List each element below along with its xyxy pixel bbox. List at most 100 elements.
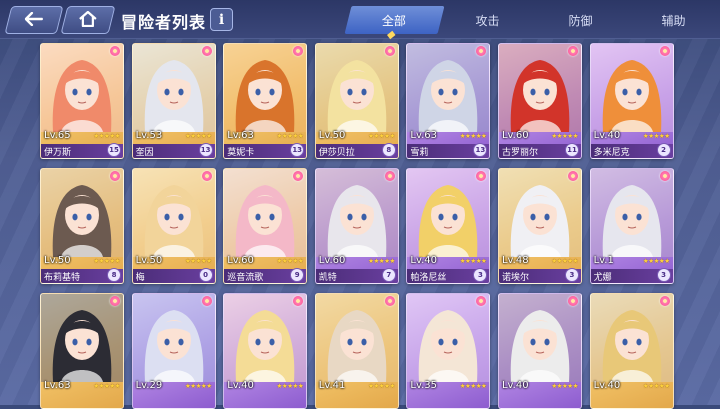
level-label: Lv.40 [410, 255, 437, 266]
adventurer-card[interactable]: Lv.35 ★★★★★ [406, 293, 491, 409]
filter-tabs: 全部 攻击 防御 辅助 [344, 6, 720, 34]
tab-all[interactable]: 全部 [344, 6, 445, 34]
character-portrait [132, 294, 215, 382]
character-name: 多米尼克 [593, 147, 630, 158]
character-name: 帕洛尼丝 [410, 272, 447, 283]
adventurer-card[interactable]: Lv.1 ★★★★★ 尤娜 3 [589, 168, 674, 284]
tab-attack-label: 攻击 [475, 13, 500, 28]
page-title: 冒险者列表 [121, 13, 207, 32]
level-label: Lv.63 [44, 380, 71, 391]
adventurer-card[interactable]: Lv.40 ★★★★★ 多米尼克 2 [589, 43, 674, 159]
tab-support[interactable]: 辅助 [627, 6, 720, 34]
level-label: Lv.40 [593, 130, 621, 141]
home-button[interactable] [60, 6, 116, 34]
flower-icon [659, 46, 670, 56]
level-label: Lv.63 [227, 130, 254, 141]
star-rating-icon: ★★★★★ [276, 257, 304, 265]
adventurer-card[interactable]: Lv.40 ★★★★★ [589, 293, 674, 409]
star-rating-icon: ★★★★★ [93, 382, 120, 390]
rank-badge: 0 [198, 268, 213, 282]
flower-icon [567, 171, 578, 181]
adventurer-card[interactable]: Lv.60 ★★★★★ 古罗丽尔 11 [497, 43, 582, 159]
character-name: 布莉基特 [44, 272, 81, 283]
character-name: 梅 [135, 272, 145, 283]
adventurer-card[interactable]: Lv.40 ★★★★★ [497, 293, 582, 409]
level-label: Lv.60 [501, 130, 529, 141]
adventurer-card[interactable]: Lv.53 ★★★★★ 奎因 13 [131, 43, 216, 159]
character-portrait [224, 294, 307, 382]
tab-all-label: 全部 [382, 13, 407, 28]
tab-support-label: 辅助 [661, 13, 686, 28]
flower-icon [384, 296, 395, 306]
info-button[interactable]: i [210, 8, 233, 31]
name-bar: 帕洛尼丝 3 [407, 268, 490, 283]
flower-icon [567, 296, 578, 306]
adventurer-card[interactable]: Lv.60 ★★★★★ 凯特 7 [314, 168, 399, 284]
adventurer-card[interactable]: Lv.40 ★★★★★ [223, 293, 308, 409]
name-bar: 尤娜 3 [590, 268, 673, 283]
name-bar: 雪莉 13 [407, 143, 490, 158]
character-portrait [498, 44, 581, 132]
level-label: Lv.50 [318, 130, 346, 141]
character-name: 诺埃尔 [501, 272, 529, 283]
rank-badge: 2 [656, 143, 671, 157]
rank-badge: 3 [656, 268, 671, 282]
star-rating-icon: ★★★★★ [459, 132, 487, 140]
star-rating-icon: ★★★★★ [276, 132, 304, 140]
adventurer-card[interactable]: Lv.50 ★★★★★ 伊莎贝拉 8 [314, 43, 399, 159]
rank-badge: 13 [473, 143, 488, 157]
star-rating-icon: ★★★★★ [184, 382, 212, 390]
name-bar: 伊万斯 15 [41, 143, 123, 158]
character-portrait [590, 44, 673, 132]
character-name: 伊万斯 [44, 147, 72, 158]
adventurer-card[interactable]: Lv.63 ★★★★★ 莫妮卡 13 [223, 43, 308, 159]
character-portrait [132, 169, 215, 257]
name-bar: 莫妮卡 13 [224, 143, 307, 158]
character-portrait [224, 169, 307, 257]
adventurer-card[interactable]: Lv.29 ★★★★★ [131, 293, 216, 409]
character-portrait [315, 294, 398, 382]
star-rating-icon: ★★★★★ [551, 257, 578, 265]
star-rating-icon: ★★★★★ [368, 382, 395, 390]
star-rating-icon: ★★★★★ [642, 257, 670, 265]
adventurer-card[interactable]: Lv.60 ★★★★★ 巡音流歌 9 [223, 168, 308, 284]
flower-icon [110, 296, 120, 306]
adventurer-card[interactable]: Lv.63 ★★★★★ [40, 293, 124, 409]
character-portrait [41, 44, 123, 132]
character-name: 奎因 [135, 147, 154, 158]
character-portrait [407, 294, 490, 382]
back-button[interactable] [4, 6, 64, 34]
level-label: Lv.50 [44, 255, 71, 266]
adventurer-card[interactable]: Lv.40 ★★★★★ 帕洛尼丝 3 [406, 168, 491, 284]
name-bar: 巡音流歌 9 [224, 268, 307, 283]
flower-icon [384, 171, 395, 181]
adventurer-card[interactable]: Lv.63 ★★★★★ 雪莉 13 [406, 43, 491, 159]
level-label: Lv.35 [410, 380, 437, 391]
level-label: Lv.1 [593, 255, 614, 266]
rank-badge: 7 [381, 268, 396, 282]
star-rating-icon: ★★★★★ [276, 382, 304, 390]
level-label: Lv.40 [593, 380, 621, 391]
character-portrait [315, 44, 398, 132]
adventurer-card[interactable]: Lv.41 ★★★★★ [314, 293, 399, 409]
rank-badge: 15 [107, 143, 121, 157]
name-bar: 凯特 7 [315, 268, 398, 283]
character-name: 古罗丽尔 [501, 147, 538, 158]
rank-badge: 3 [473, 268, 488, 282]
character-portrait [132, 44, 215, 132]
adventurer-card[interactable]: Lv.65 ★★★★★ 伊万斯 15 [40, 43, 124, 159]
rank-badge: 3 [564, 268, 579, 282]
flower-icon [659, 171, 670, 181]
adventurer-card[interactable]: Lv.50 ★★★★★ 梅 0 [131, 168, 216, 284]
name-bar: 梅0 [132, 268, 215, 283]
adventurer-card[interactable]: Lv.48 ★★★★★ 诺埃尔 3 [497, 168, 582, 284]
adventurer-card[interactable]: Lv.50 ★★★★★ 布莉基特 8 [40, 168, 124, 284]
star-rating-icon: ★★★★★ [551, 382, 578, 390]
tab-defense[interactable]: 防御 [534, 6, 627, 34]
character-portrait [590, 169, 673, 257]
character-name: 巡音流歌 [227, 272, 264, 283]
level-label: Lv.41 [318, 380, 346, 391]
tab-attack[interactable]: 攻击 [441, 6, 534, 34]
name-bar: 伊莎贝拉 8 [315, 143, 398, 158]
star-rating-icon: ★★★★★ [459, 382, 487, 390]
